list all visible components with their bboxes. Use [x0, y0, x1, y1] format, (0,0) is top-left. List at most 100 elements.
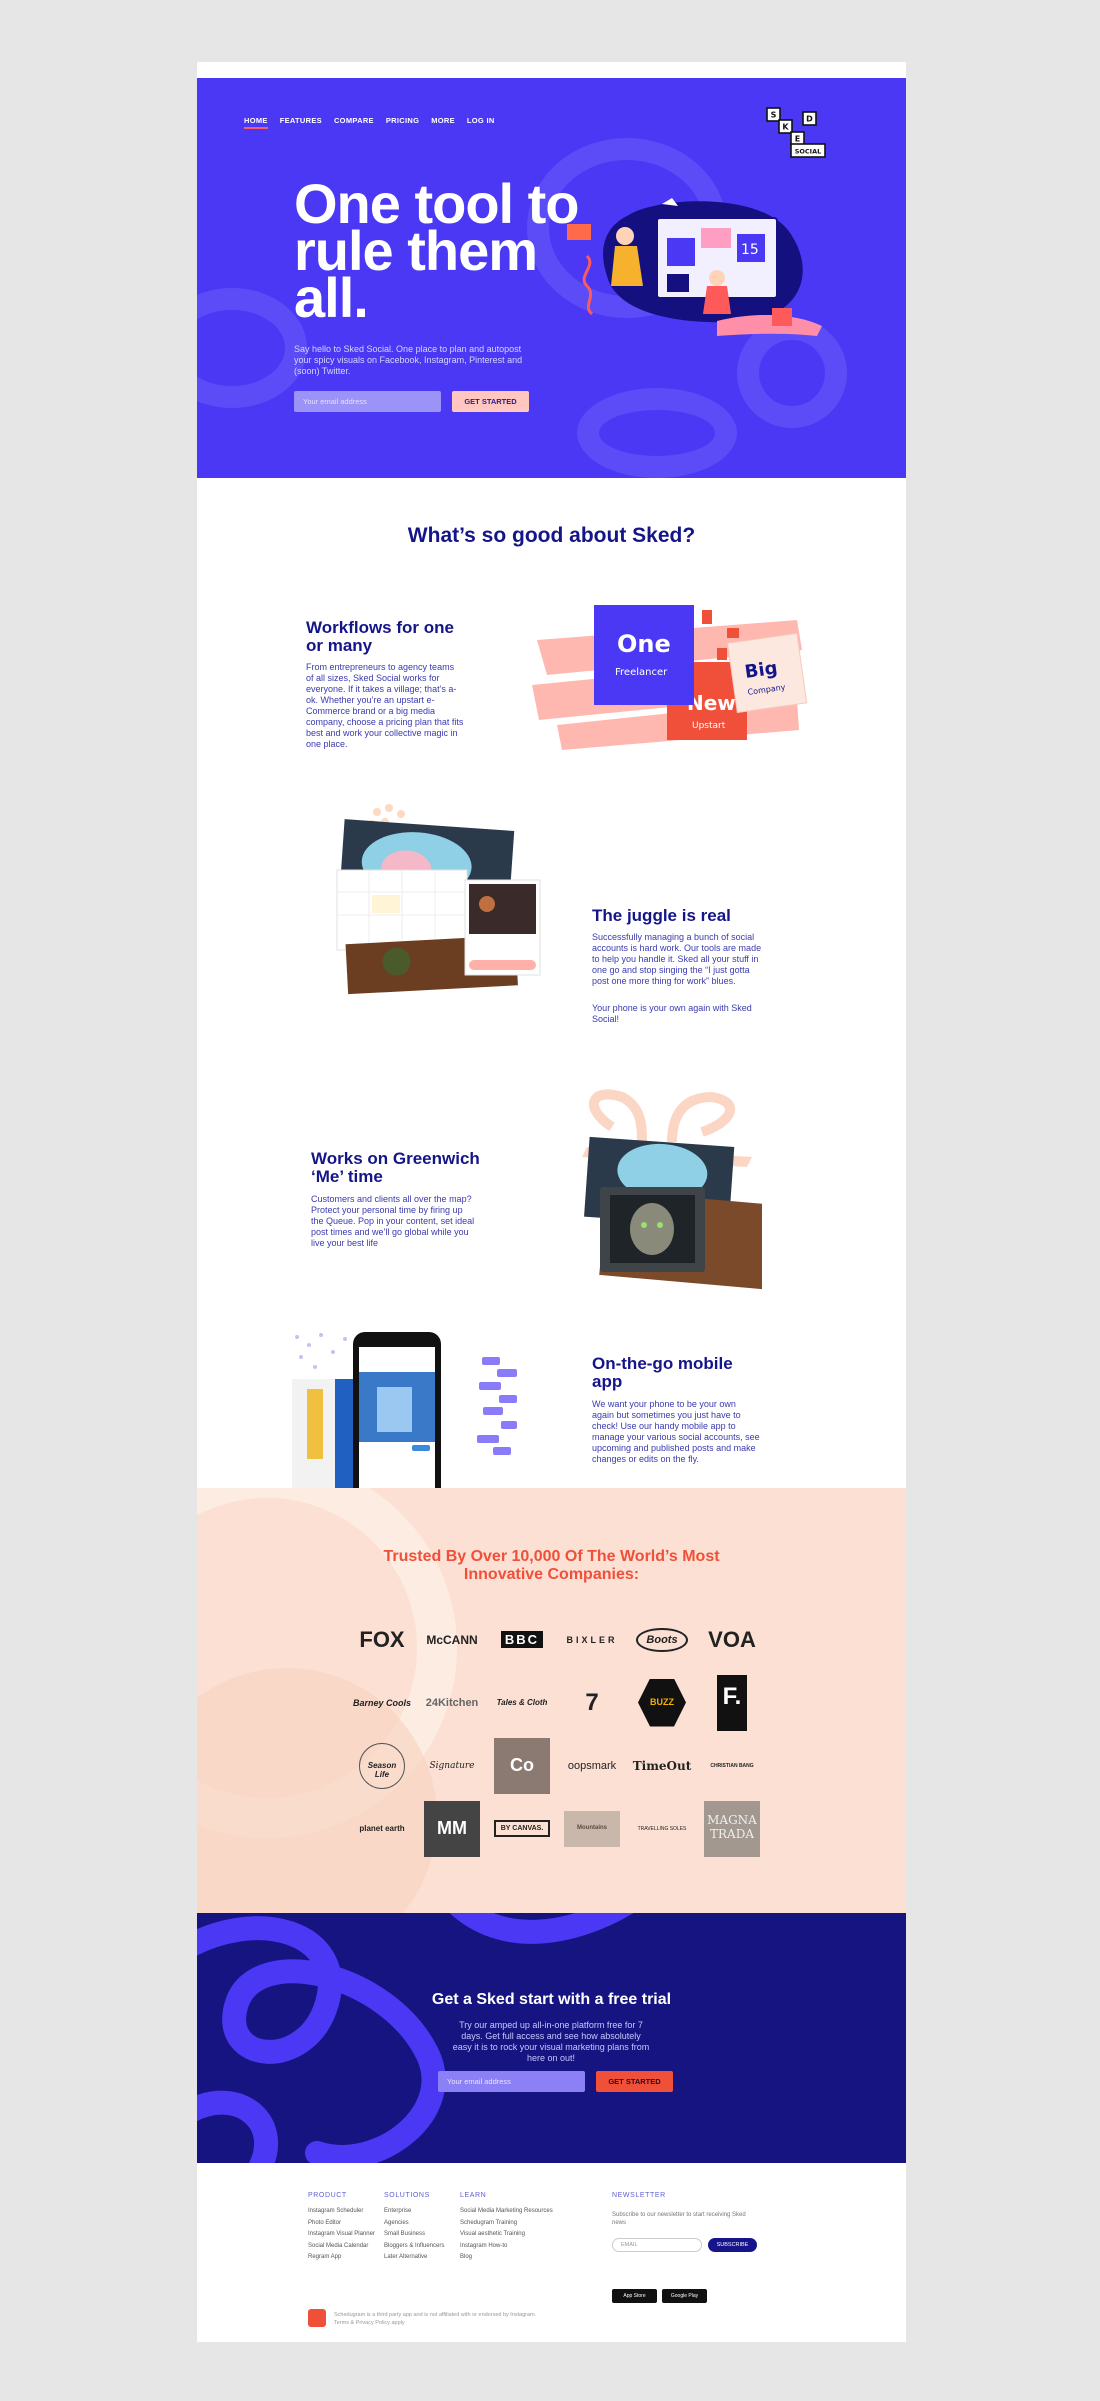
calendar-illustration — [336, 804, 541, 995]
svg-text:One: One — [617, 630, 671, 658]
client-logo: Season Life — [359, 1742, 405, 1789]
footer-link[interactable]: Agencies — [384, 2218, 444, 2230]
main-nav: HOME FEATURES COMPARE PRICING MORE LOG I… — [244, 116, 495, 129]
footer-link[interactable]: Visual aesthetic Training — [460, 2229, 553, 2241]
hero-subtitle: Say hello to Sked Social. One place to p… — [294, 344, 523, 376]
trusted-heading: Trusted By Over 10,000 Of The World’s Mo… — [383, 1548, 720, 1583]
newsletter-text: Subscribe to our newsletter to start rec… — [612, 2212, 746, 2226]
footer-link[interactable]: Schedugram Training — [460, 2218, 553, 2230]
client-logo: BUZZ — [638, 1678, 686, 1727]
hero-get-started-button[interactable]: GET STARTED — [452, 391, 529, 412]
client-logo: Mountains — [564, 1810, 620, 1847]
footer-link[interactable]: Photo Editor — [308, 2218, 375, 2230]
footer-heading: PRODUCT — [308, 2192, 347, 2199]
footer-link[interactable]: Social Media Marketing Resources — [460, 2206, 553, 2218]
feature-title: On-the-go mobile app — [592, 1354, 733, 1391]
footer-column-solutions: SOLUTIONS Enterprise Agencies Small Busi… — [384, 2192, 444, 2264]
feature-title: Workflows for one or many — [306, 618, 454, 655]
hero-title: One tool to rule them all. — [294, 172, 580, 329]
cta-get-started-button[interactable]: GET STARTED — [596, 2071, 673, 2092]
svg-text:Upstart: Upstart — [692, 721, 726, 731]
client-logo: Boots — [636, 1627, 688, 1652]
cta-email-input[interactable]: Your email address — [438, 2071, 585, 2092]
nav-pricing[interactable]: PRICING — [386, 116, 419, 129]
svg-text:E: E — [795, 135, 800, 144]
footer-link[interactable]: Blog — [460, 2252, 553, 2264]
feature-body: From entrepreneurs to agency teams of al… — [306, 662, 464, 749]
nav-features[interactable]: FEATURES — [280, 116, 322, 129]
footer-link[interactable]: Bloggers & Influencers — [384, 2241, 444, 2253]
nav-more[interactable]: MORE — [431, 116, 455, 129]
client-logo: Barney Cools — [352, 1697, 412, 1708]
footer: PRODUCT Instagram Scheduler Photo Editor… — [197, 2163, 906, 2342]
newsletter-email-input[interactable]: EMAIL — [612, 2238, 702, 2252]
client-logo: BY CANVAS. — [493, 1820, 551, 1837]
footer-link[interactable]: Instagram Visual Planner — [308, 2229, 375, 2241]
feature-body-extra: Your phone is your own again with Sked S… — [592, 1003, 752, 1024]
free-trial-section: Get a Sked start with a free trial Try o… — [197, 1913, 906, 2163]
cta-body: Try our amped up all-in-one platform fre… — [452, 2020, 650, 2063]
svg-text:15: 15 — [741, 242, 759, 258]
footer-note: Schedugram is a third party app and is n… — [334, 2311, 536, 2327]
features-heading: What’s so good about Sked? — [407, 524, 696, 547]
footer-link[interactable]: Enterprise — [384, 2206, 444, 2218]
footer-disclaimer: Schedugram is a third party app and is n… — [334, 2312, 537, 2318]
trusted-section: Trusted By Over 10,000 Of The World’s Mo… — [197, 1488, 906, 1913]
google-play-badge[interactable]: Google Play — [662, 2289, 707, 2303]
client-logo: oopsmark — [567, 1759, 617, 1772]
client-logo: Co — [494, 1737, 550, 1794]
client-logo: FOX — [359, 1626, 405, 1652]
footer-heading: LEARN — [460, 2192, 487, 2199]
client-logo: BIXLER — [566, 1634, 618, 1645]
client-logo: MM — [424, 1800, 480, 1857]
client-logo: Tales & Cloth — [496, 1698, 548, 1707]
hero-illustration: 15 — [567, 198, 822, 336]
greenwich-illustration — [582, 1089, 762, 1290]
svg-text:New: New — [687, 691, 736, 715]
nav-compare[interactable]: COMPARE — [334, 116, 374, 129]
hero-section: HOME FEATURES COMPARE PRICING MORE LOG I… — [197, 78, 906, 478]
client-logo: McCANN — [426, 1632, 478, 1647]
feature-title: The juggle is real — [592, 906, 731, 925]
footer-link[interactable]: Small Business — [384, 2229, 444, 2241]
footer-heading: SOLUTIONS — [384, 2192, 430, 2199]
footer-link[interactable]: Social Media Calendar — [308, 2241, 375, 2253]
client-logo: VOA — [708, 1626, 756, 1652]
footer-heading: NEWSLETTER — [612, 2192, 666, 2199]
footer-link[interactable]: Instagram Scheduler — [308, 2206, 375, 2218]
footer-legal-link[interactable]: Terms & Privacy Policy apply — [334, 2319, 536, 2327]
subscribe-button[interactable]: SUBSCRIBE — [708, 2238, 757, 2252]
plans-illustration: New Upstart One Freelancer Big Company — [532, 605, 808, 750]
app-store-badge[interactable]: App Store — [612, 2289, 657, 2303]
hero-scribble — [197, 288, 307, 408]
svg-text:D: D — [806, 115, 813, 124]
client-logo: CHRISTIAN BANG — [710, 1762, 754, 1769]
svg-text:S: S — [771, 111, 777, 120]
feature-body: Customers and clients all over the map? … — [311, 1194, 475, 1248]
client-logo: 24Kitchen — [425, 1696, 479, 1709]
footer-column-product: PRODUCT Instagram Scheduler Photo Editor… — [308, 2192, 375, 2264]
svg-text:Freelancer: Freelancer — [615, 667, 668, 678]
nav-home[interactable]: HOME — [244, 116, 268, 129]
footer-link[interactable]: Later Alternative — [384, 2252, 444, 2264]
client-logo: MAGNA TRADA — [704, 1800, 760, 1857]
footer-link[interactable]: Regram App — [308, 2252, 375, 2264]
client-logo: TimeOut — [632, 1758, 692, 1773]
svg-text:K: K — [782, 123, 789, 132]
feature-body: Successfully managing a bunch of social … — [592, 932, 762, 986]
footer-column-learn: LEARN Social Media Marketing Resources S… — [460, 2192, 553, 2264]
client-logo: 7 — [585, 1688, 599, 1716]
schedugram-logo-icon — [308, 2309, 326, 2327]
sked-social-logo[interactable]: S K E D SOCIAL — [765, 106, 829, 170]
client-logo: planet earth — [359, 1824, 405, 1833]
svg-text:SOCIAL: SOCIAL — [795, 148, 822, 156]
page: HOME FEATURES COMPARE PRICING MORE LOG I… — [197, 62, 906, 2342]
hero-email-input[interactable]: Your email address — [294, 391, 441, 412]
client-logo: BBC — [500, 1631, 544, 1648]
footer-column-newsletter: NEWSLETTER — [612, 2192, 666, 2206]
feature-body: We want your phone to be your own again … — [592, 1399, 760, 1464]
hero-scribble — [577, 388, 737, 478]
nav-login[interactable]: LOG IN — [467, 116, 495, 129]
footer-link[interactable]: Instagram How-to — [460, 2241, 553, 2253]
client-logo: TRAVELLING SOLES — [637, 1825, 687, 1832]
